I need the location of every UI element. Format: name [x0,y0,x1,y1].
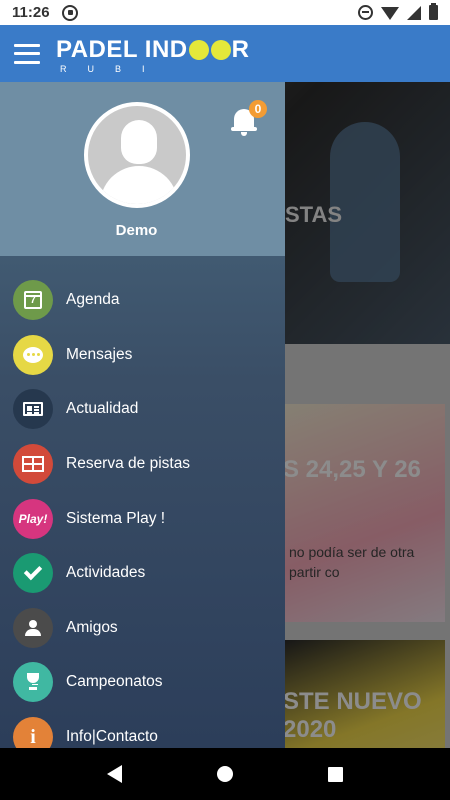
hamburger-menu-icon[interactable] [14,43,40,64]
menu-item-label: Reserva de pistas [66,455,191,473]
battery-icon [429,3,438,20]
logo-text-right: R [231,35,250,63]
menu-item-label: Amigos [66,618,118,636]
status-icons [358,3,438,20]
navigation-drawer: Demo 0 7 Agenda Mensajes Actualidad Rese… [0,82,285,748]
menu-item-label: Actividades [66,564,146,582]
app-header: PADEL IND R RUBI [0,25,450,82]
status-time: 11:26 [12,4,50,21]
back-icon[interactable] [107,765,123,783]
menu-item-actualidad[interactable]: Actualidad [0,382,285,437]
menu-item-label: Mensajes [66,345,133,363]
logo-text-left: PADEL IND [56,35,188,63]
menu-item-campeonatos[interactable]: Campeonatos [0,655,285,710]
menu-item-label: Campeonatos [66,673,163,691]
drawer-profile-header: Demo 0 [0,82,285,256]
logo-ball-icon [188,39,209,60]
menu-item-label: Sistema Play ! [66,509,166,527]
logo-ball-icon [210,39,231,60]
wifi-icon [381,7,399,20]
calendar-icon: 7 [13,280,53,321]
friends-icon [13,607,53,648]
info-icon: i [13,717,53,748]
menu-item-info-contacto[interactable]: i Info|Contacto [0,710,285,748]
checkmark-icon [13,553,53,594]
signal-icon [407,5,421,20]
user-name: Demo [115,222,158,239]
logo-subtitle: RUBI [60,63,166,74]
menu-item-mensajes[interactable]: Mensajes [0,328,285,383]
notification-count-badge: 0 [249,100,267,118]
recent-apps-icon[interactable] [327,766,343,782]
menu-item-amigos[interactable]: Amigos [0,601,285,656]
avatar[interactable] [84,102,190,208]
chat-bubble-icon [13,334,53,375]
menu-item-label: Agenda [66,291,120,309]
menu-item-actividades[interactable]: Actividades [0,546,285,601]
menu-item-label: Actualidad [66,400,139,418]
system-navigation-bar [0,748,450,800]
play-logo-icon: Play! [13,498,53,539]
menu-item-sistema-play[interactable]: Play! Sistema Play ! [0,491,285,546]
home-icon[interactable] [216,766,233,782]
do-not-disturb-icon [358,5,373,20]
status-bar: 11:26 [0,0,450,25]
menu-item-agenda[interactable]: 7 Agenda [0,273,285,328]
trophy-icon [13,662,53,703]
drawer-menu: 7 Agenda Mensajes Actualidad Reserva de … [0,273,285,748]
app-logo: PADEL IND R RUBI [56,35,250,74]
menu-item-label: Info|Contacto [66,728,158,746]
menu-item-reserva-de-pistas[interactable]: Reserva de pistas [0,437,285,492]
court-icon [13,444,53,485]
newspaper-icon [13,389,53,430]
sync-icon [61,4,78,21]
